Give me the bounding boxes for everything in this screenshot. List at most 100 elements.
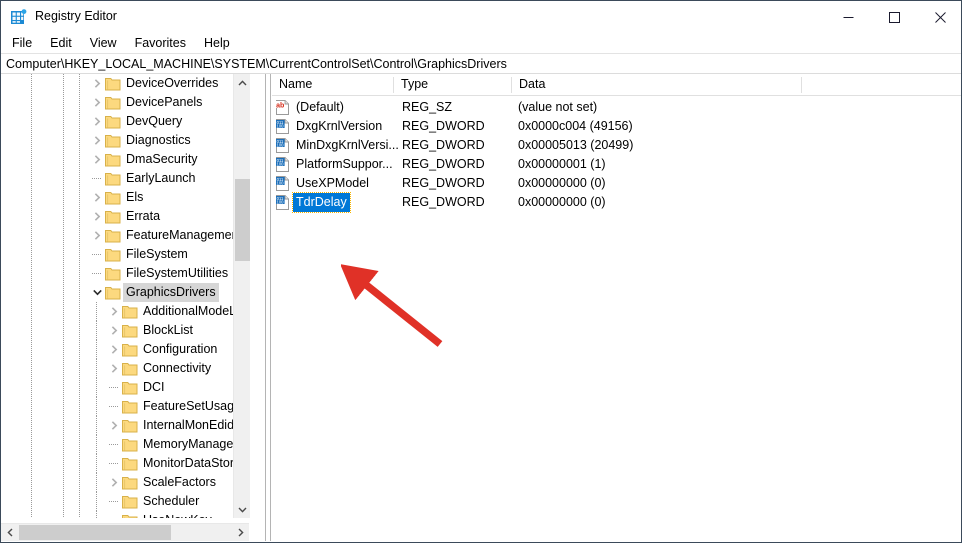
scroll-right-button[interactable] <box>232 524 249 541</box>
column-header-name[interactable]: Name <box>272 74 312 95</box>
tree-item-earlylaunch[interactable]: EarlyLaunch <box>1 169 249 188</box>
tree-item-devquery[interactable]: DevQuery <box>1 112 249 131</box>
column-divider[interactable] <box>393 77 394 93</box>
scroll-down-button[interactable] <box>234 501 251 518</box>
chevron-right-icon[interactable] <box>90 150 104 169</box>
column-header-data[interactable]: Data <box>512 74 545 95</box>
close-button[interactable] <box>917 1 961 33</box>
chevron-right-icon <box>238 528 244 537</box>
menu-item-edit[interactable]: Edit <box>41 34 81 52</box>
folder-icon <box>122 514 138 518</box>
tree-item-errata[interactable]: Errata <box>1 207 249 226</box>
tree-item-label: DeviceOverrides <box>126 76 219 90</box>
menu-item-view[interactable]: View <box>81 34 126 52</box>
chevron-right-icon[interactable] <box>90 131 104 150</box>
maximize-button[interactable] <box>871 1 917 33</box>
tree-item-scalefactors[interactable]: ScaleFactors <box>1 473 249 492</box>
table-row[interactable]: 011 100 MinDxgKrnlVersi... REG_DWORD 0x00005… <box>272 136 961 155</box>
indent-guide <box>96 359 97 378</box>
tree-item-label: Configuration <box>143 342 218 356</box>
menu-item-help[interactable]: Help <box>195 34 239 52</box>
chevron-right-icon[interactable] <box>107 340 121 359</box>
chevron-right-icon[interactable] <box>90 207 104 226</box>
tree-item-label: DevQuery <box>126 114 183 128</box>
chevron-right-icon[interactable] <box>107 359 121 378</box>
column-header-type[interactable]: Type <box>394 74 428 95</box>
chevron-right-icon[interactable] <box>90 112 104 131</box>
tree-scroll-thumb[interactable] <box>235 179 250 261</box>
registry-tree[interactable]: DeviceOverrides DevicePanels DevQuery Diagn… <box>1 74 249 518</box>
value-type: REG_DWORD <box>402 119 485 133</box>
value-data: 0x00000000 (0) <box>518 195 606 209</box>
svg-text:100: 100 <box>277 181 285 186</box>
tree-item-deviceoverrides[interactable]: DeviceOverrides <box>1 74 249 93</box>
folder-icon <box>105 134 121 148</box>
tree-item-label: FeatureManagement <box>126 228 243 242</box>
dword-value-icon: 011 100 <box>275 119 290 134</box>
tree-item-dci[interactable]: DCI <box>1 378 249 397</box>
table-row[interactable]: 011 100 DxgKrnlVersion REG_DWORD 0x0000c004 … <box>272 117 961 136</box>
tree-item-diagnostics[interactable]: Diagnostics <box>1 131 249 150</box>
tree-item-els[interactable]: Els <box>1 188 249 207</box>
chevron-down-icon[interactable] <box>90 283 104 302</box>
tree-item-filesystem[interactable]: FileSystem <box>1 245 249 264</box>
chevron-right-icon[interactable] <box>107 416 121 435</box>
pane-splitter[interactable] <box>265 74 271 541</box>
chevron-right-icon[interactable] <box>90 74 104 93</box>
tree-item-featuresetusage[interactable]: FeatureSetUsage <box>1 397 249 416</box>
column-divider[interactable] <box>511 77 512 93</box>
folder-icon <box>122 400 138 414</box>
svg-text:100: 100 <box>277 162 285 167</box>
tree-item-label: Errata <box>126 209 161 223</box>
tree-item-label: UseNewKey <box>143 511 212 518</box>
folder-icon <box>105 96 121 110</box>
menu-item-favorites[interactable]: Favorites <box>126 34 195 52</box>
tree-item-connectivity[interactable]: Connectivity <box>1 359 249 378</box>
scroll-up-button[interactable] <box>234 74 251 91</box>
table-row[interactable]: ab (Default) REG_SZ (value not set) <box>272 98 961 117</box>
registry-values-list[interactable]: ab (Default) REG_SZ (value not set) 011 100 Dx… <box>272 96 961 213</box>
tree-item-monitordatastore[interactable]: MonitorDataStore <box>1 454 249 473</box>
table-row[interactable]: 011 100 UseXPModel REG_DWORD 0x00000000 (0) <box>272 174 961 193</box>
chevron-right-icon[interactable] <box>107 302 121 321</box>
tree-item-usenewkey[interactable]: UseNewKey <box>1 511 249 518</box>
indent-guide <box>96 302 97 321</box>
tree-vertical-scrollbar[interactable] <box>233 74 250 518</box>
tree-horizontal-scrollbar[interactable] <box>1 523 249 541</box>
tree-item-memorymanager[interactable]: MemoryManager <box>1 435 249 454</box>
chevron-left-icon <box>6 528 12 537</box>
chevron-right-icon[interactable] <box>90 226 104 245</box>
folder-icon <box>122 438 138 452</box>
tree-item-dmasecurity[interactable]: DmaSecurity <box>1 150 249 169</box>
chevron-right-icon[interactable] <box>107 473 121 492</box>
maximize-icon <box>888 11 900 23</box>
scroll-left-button[interactable] <box>1 524 18 541</box>
tree-item-additionalmodelists[interactable]: AdditionalModeLists <box>1 302 249 321</box>
chevron-right-icon[interactable] <box>90 93 104 112</box>
tree-item-devicepanels[interactable]: DevicePanels <box>1 93 249 112</box>
chevron-right-icon[interactable] <box>90 188 104 207</box>
folder-icon <box>122 305 138 319</box>
list-column-headers: Name Type Data <box>272 74 961 96</box>
tree-item-blocklist[interactable]: BlockList <box>1 321 249 340</box>
folder-icon <box>122 381 138 395</box>
folder-icon <box>105 210 121 224</box>
menu-item-file[interactable]: File <box>3 34 41 52</box>
column-divider[interactable] <box>801 77 802 93</box>
registry-editor-window: Registry Editor File Edit View Favorites… <box>0 0 962 543</box>
tree-item-featuremanagement[interactable]: FeatureManagement <box>1 226 249 245</box>
tree-hscroll-thumb[interactable] <box>19 525 171 540</box>
table-row[interactable]: 011 100 PlatformSuppor... REG_DWORD 0x000000… <box>272 155 961 174</box>
tree-item-scheduler[interactable]: Scheduler <box>1 492 249 511</box>
string-value-icon: ab <box>275 100 290 115</box>
tree-item-configuration[interactable]: Configuration <box>1 340 249 359</box>
address-bar[interactable]: Computer\HKEY_LOCAL_MACHINE\SYSTEM\Curre… <box>1 53 961 74</box>
tree-item-internalmonedid[interactable]: InternalMonEdid <box>1 416 249 435</box>
tree-item-graphicsdrivers[interactable]: GraphicsDrivers <box>1 283 249 302</box>
tree-item-filesystemutilities[interactable]: FileSystemUtilities <box>1 264 249 283</box>
table-row[interactable]: 011 100 TdrDelay REG_DWORD 0x00000000 (0) <box>272 192 961 213</box>
indent-guide <box>96 492 97 511</box>
chevron-right-icon[interactable] <box>107 321 121 340</box>
folder-icon <box>122 457 138 471</box>
minimize-button[interactable] <box>825 1 871 33</box>
